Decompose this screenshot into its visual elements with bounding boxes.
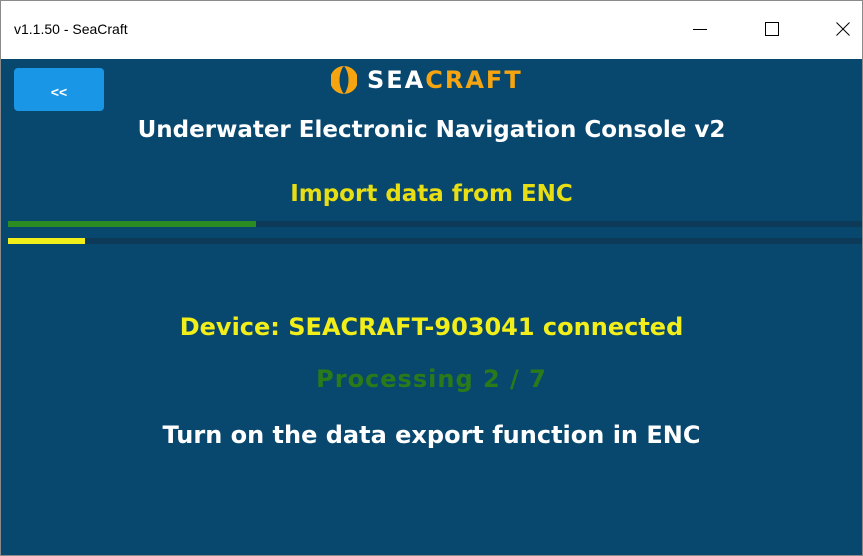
app-title: Underwater Electronic Navigation Console… bbox=[137, 117, 726, 143]
instruction-text: Turn on the data export function in ENC bbox=[162, 421, 701, 449]
minimize-icon bbox=[693, 29, 707, 30]
app-window: v1.1.50 - SeaCraft << SEACRAFT Underwate… bbox=[0, 0, 863, 556]
main-panel: << SEACRAFT Underwater Electronic Naviga… bbox=[1, 59, 862, 555]
logo-wordmark-craft: CRAFT bbox=[425, 66, 523, 94]
title-bar[interactable]: v1.1.50 - SeaCraft bbox=[1, 1, 862, 59]
overall-progress-bar bbox=[8, 221, 862, 227]
close-button[interactable] bbox=[831, 17, 855, 41]
overall-progress-fill bbox=[8, 221, 256, 227]
back-button[interactable]: << bbox=[14, 68, 104, 111]
minimize-button[interactable] bbox=[688, 17, 712, 41]
logo-wordmark-sea: SEA bbox=[367, 66, 426, 94]
window-title: v1.1.50 - SeaCraft bbox=[14, 21, 128, 37]
logo-wordmark: SEACRAFT bbox=[367, 66, 523, 94]
maximize-button[interactable] bbox=[760, 17, 784, 41]
processing-status: Processing 2 / 7 bbox=[316, 365, 547, 393]
step-progress-bar bbox=[8, 238, 862, 244]
maximize-icon bbox=[765, 22, 779, 36]
seacraft-logo-icon bbox=[331, 66, 357, 94]
step-title: Import data from ENC bbox=[290, 181, 573, 207]
device-status: Device: SEACRAFT-903041 connected bbox=[179, 313, 684, 341]
step-progress-fill bbox=[8, 238, 85, 244]
close-icon bbox=[836, 22, 850, 36]
seacraft-logo: SEACRAFT bbox=[331, 63, 523, 97]
